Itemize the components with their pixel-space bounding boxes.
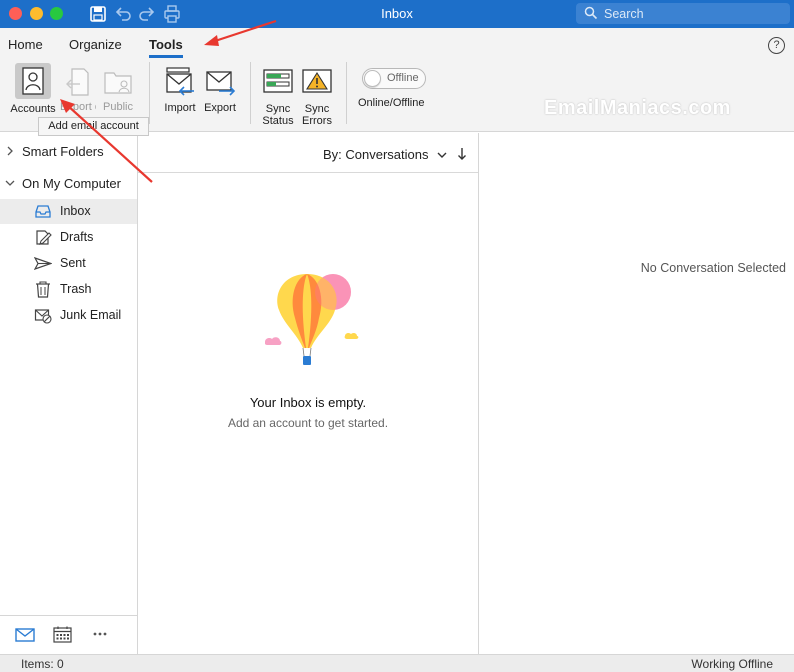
status-bar: Items: 0 Working Offline bbox=[0, 654, 794, 672]
calendar-icon[interactable] bbox=[53, 626, 72, 643]
sort-direction-icon[interactable] bbox=[457, 147, 467, 161]
folder-label: Sent bbox=[60, 256, 86, 270]
export-label: Export bbox=[204, 102, 236, 114]
help-icon[interactable]: ? bbox=[768, 37, 785, 54]
empty-state-title: Your Inbox is empty. bbox=[249, 395, 367, 410]
export-of-icon bbox=[66, 68, 89, 96]
accounts-label: Accounts bbox=[10, 103, 56, 115]
chevron-down-icon[interactable] bbox=[437, 151, 447, 159]
sent-icon bbox=[34, 257, 52, 270]
title-bar: Inbox Search bbox=[0, 0, 794, 28]
trash-icon bbox=[36, 281, 50, 298]
sync-status-icon bbox=[263, 69, 293, 93]
tab-organize[interactable]: Organize bbox=[69, 37, 122, 52]
sync-errors-icon bbox=[302, 69, 332, 93]
no-conversation-text: No Conversation Selected bbox=[640, 261, 786, 275]
search-input[interactable]: Search bbox=[576, 3, 790, 24]
export-of-button[interactable]: Export of bbox=[60, 67, 96, 113]
hot-air-balloon-illustration bbox=[265, 274, 359, 365]
tab-tools[interactable]: Tools bbox=[149, 37, 183, 52]
watermark-logo: EmailManiacs.com bbox=[544, 97, 731, 119]
active-tab-indicator bbox=[149, 55, 183, 58]
folder-label: Drafts bbox=[60, 230, 94, 244]
ribbon-separator bbox=[346, 62, 347, 124]
public-folders-label: Public Folders bbox=[103, 101, 133, 113]
online-offline-label: Online/Offline bbox=[358, 97, 425, 109]
ribbon-separator bbox=[250, 62, 251, 124]
toggle-knob bbox=[364, 70, 381, 87]
empty-state-subtitle: Add an account to get started. bbox=[227, 416, 389, 430]
group-on-my-computer[interactable]: On My Computer bbox=[0, 172, 138, 196]
sync-errors-label: Sync Errors bbox=[302, 103, 332, 127]
import-label: Import bbox=[164, 102, 196, 114]
reading-pane: No Conversation Selected bbox=[479, 133, 794, 654]
tab-home[interactable]: Home bbox=[8, 37, 43, 52]
public-folders-icon bbox=[104, 72, 132, 94]
export-of-label: Export of bbox=[60, 101, 96, 113]
group-label: On My Computer bbox=[22, 176, 121, 191]
import-icon bbox=[166, 67, 194, 96]
inbox-icon bbox=[35, 205, 51, 218]
sync-status-button[interactable]: Sync Status bbox=[258, 68, 298, 127]
folder-sidebar: Smart Folders On My Computer Inbox Draft… bbox=[0, 133, 138, 654]
folder-label: Inbox bbox=[60, 204, 91, 218]
drafts-icon bbox=[36, 230, 52, 245]
junk-icon bbox=[34, 309, 52, 324]
sync-status-label: Sync Status bbox=[262, 103, 294, 127]
mail-icon[interactable] bbox=[15, 628, 35, 642]
accounts-icon bbox=[15, 63, 51, 99]
group-label: Smart Folders bbox=[22, 144, 104, 159]
message-list: By: Conversations Your Inbox is empty. A… bbox=[138, 133, 479, 654]
offline-toggle-text: Offline bbox=[387, 72, 419, 84]
search-placeholder: Search bbox=[604, 7, 644, 21]
export-button[interactable]: Export bbox=[200, 66, 240, 114]
ribbon-separator bbox=[149, 62, 150, 124]
more-icon[interactable] bbox=[93, 632, 107, 636]
public-folders-button[interactable]: Public Folders bbox=[97, 67, 139, 113]
folder-inbox[interactable]: Inbox bbox=[0, 199, 137, 224]
folder-sent[interactable]: Sent bbox=[0, 251, 137, 276]
folder-label: Trash bbox=[60, 282, 92, 296]
offline-toggle[interactable]: Offline bbox=[362, 68, 426, 89]
folder-drafts[interactable]: Drafts bbox=[0, 225, 137, 250]
items-count: Items: 0 bbox=[21, 657, 64, 671]
search-icon bbox=[584, 6, 598, 20]
chevron-right-icon bbox=[7, 146, 13, 156]
accounts-button[interactable]: Accounts bbox=[8, 63, 58, 115]
export-icon bbox=[206, 71, 236, 96]
module-switcher bbox=[0, 615, 137, 654]
connection-status: Working Offline bbox=[691, 657, 773, 671]
chevron-down-icon bbox=[5, 180, 15, 186]
tooltip: Add email account bbox=[38, 117, 149, 136]
folder-label: Junk Email bbox=[60, 308, 122, 322]
sync-errors-button[interactable]: Sync Errors bbox=[297, 68, 337, 127]
group-smart-folders[interactable]: Smart Folders bbox=[0, 140, 138, 164]
folder-trash[interactable]: Trash bbox=[0, 277, 137, 302]
sort-bar: By: Conversations bbox=[138, 133, 478, 173]
import-button[interactable]: Import bbox=[160, 66, 200, 114]
folder-junk-email[interactable]: Junk Email bbox=[0, 303, 137, 328]
sort-dropdown[interactable]: By: Conversations bbox=[323, 147, 429, 162]
